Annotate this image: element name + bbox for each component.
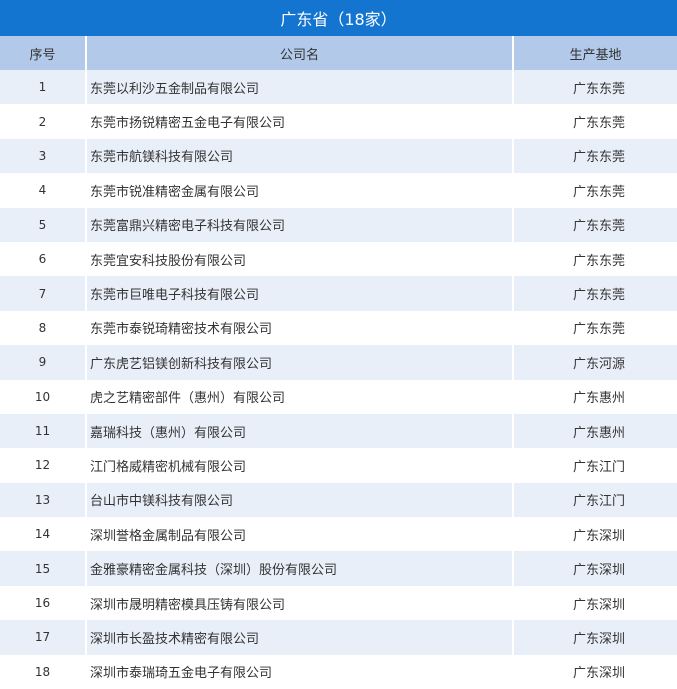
row-index: 7 [0, 276, 87, 311]
row-base: 广东东莞 [513, 70, 677, 105]
row-index: 2 [0, 104, 87, 139]
table-row: 1 东莞以利沙五金制品有限公司 广东东莞 [0, 70, 677, 105]
table-row: 8 东莞市泰锐琦精密技术有限公司 广东东莞 [0, 310, 677, 346]
company-table: 序号 公司名 生产基地 1 东莞以利沙五金制品有限公司 广东东莞 2 东莞市扬锐精密五金… [0, 36, 677, 689]
table-row: 18 深圳市泰瑞琦五金电子有限公司 广东深圳 [0, 654, 677, 689]
table-row: 16 深圳市晟明精密模具压铸有限公司 广东深圳 [0, 585, 677, 621]
row-base: 广东深圳 [513, 551, 677, 586]
row-index: 9 [0, 345, 87, 380]
row-base: 广东惠州 [513, 413, 677, 449]
row-index: 4 [0, 173, 87, 208]
row-company: 东莞市泰锐琦精密技术有限公司 [86, 310, 514, 346]
row-index: 3 [0, 138, 87, 174]
table-row: 11 嘉瑞科技（惠州）有限公司 广东惠州 [0, 413, 677, 449]
row-index: 1 [0, 70, 87, 105]
row-base: 广东东莞 [513, 241, 677, 277]
row-company: 虎之艺精密部件（惠州）有限公司 [86, 379, 514, 414]
row-company: 东莞市巨唯电子科技有限公司 [86, 276, 514, 311]
row-base: 广东河源 [513, 345, 677, 380]
row-base: 广东深圳 [513, 620, 677, 655]
row-index: 6 [0, 241, 87, 277]
table-row: 2 东莞市扬锐精密五金电子有限公司 广东东莞 [0, 104, 677, 139]
row-company: 深圳市长盈技术精密有限公司 [86, 620, 514, 655]
row-index: 12 [0, 448, 87, 483]
row-base: 广东江门 [513, 448, 677, 483]
header-index: 序号 [0, 36, 87, 70]
row-company: 东莞市锐准精密金属有限公司 [86, 173, 514, 208]
table-row: 4 东莞市锐准精密金属有限公司 广东东莞 [0, 173, 677, 208]
row-base: 广东东莞 [513, 138, 677, 174]
row-base: 广东东莞 [513, 310, 677, 346]
row-index: 11 [0, 413, 87, 449]
row-index: 17 [0, 620, 87, 655]
row-index: 14 [0, 517, 87, 552]
row-company: 深圳市泰瑞琦五金电子有限公司 [86, 654, 514, 689]
row-base: 广东江门 [513, 482, 677, 518]
row-base: 广东深圳 [513, 517, 677, 552]
row-company: 东莞宜安科技股份有限公司 [86, 241, 514, 277]
row-base: 广东深圳 [513, 585, 677, 621]
row-company: 金雅豪精密金属科技（深圳）股份有限公司 [86, 551, 514, 586]
row-company: 东莞市扬锐精密五金电子有限公司 [86, 104, 514, 139]
row-company: 广东虎艺铝镁创新科技有限公司 [86, 345, 514, 380]
row-index: 8 [0, 310, 87, 346]
row-company: 深圳誉格金属制品有限公司 [86, 517, 514, 552]
table-row: 6 东莞宜安科技股份有限公司 广东东莞 [0, 241, 677, 277]
table-row: 7 东莞市巨唯电子科技有限公司 广东东莞 [0, 276, 677, 311]
table-row: 17 深圳市长盈技术精密有限公司 广东深圳 [0, 620, 677, 655]
row-company: 东莞富鼎兴精密电子科技有限公司 [86, 207, 514, 242]
table-row: 15 金雅豪精密金属科技（深圳）股份有限公司 广东深圳 [0, 551, 677, 586]
row-company: 江门格威精密机械有限公司 [86, 448, 514, 483]
row-company: 深圳市晟明精密模具压铸有限公司 [86, 585, 514, 621]
row-base: 广东东莞 [513, 276, 677, 311]
table-row: 10 虎之艺精密部件（惠州）有限公司 广东惠州 [0, 379, 677, 414]
table-row: 5 东莞富鼎兴精密电子科技有限公司 广东东莞 [0, 207, 677, 242]
row-index: 13 [0, 482, 87, 518]
table-row: 3 东莞市航镁科技有限公司 广东东莞 [0, 138, 677, 174]
row-base: 广东深圳 [513, 654, 677, 689]
table-row: 9 广东虎艺铝镁创新科技有限公司 广东河源 [0, 345, 677, 380]
row-index: 16 [0, 585, 87, 621]
table-title: 广东省（18家） [0, 0, 677, 36]
header-company: 公司名 [86, 36, 514, 70]
header-base: 生产基地 [513, 36, 677, 70]
row-index: 5 [0, 207, 87, 242]
row-company: 东莞以利沙五金制品有限公司 [86, 70, 514, 105]
row-base: 广东东莞 [513, 173, 677, 208]
table-header-row: 序号 公司名 生产基地 [0, 36, 677, 70]
table-row: 14 深圳誉格金属制品有限公司 广东深圳 [0, 517, 677, 552]
row-base: 广东惠州 [513, 379, 677, 414]
row-company: 东莞市航镁科技有限公司 [86, 138, 514, 174]
row-company: 嘉瑞科技（惠州）有限公司 [86, 413, 514, 449]
row-index: 10 [0, 379, 87, 414]
table-row: 12 江门格威精密机械有限公司 广东江门 [0, 448, 677, 483]
row-index: 18 [0, 654, 87, 689]
row-base: 广东东莞 [513, 207, 677, 242]
row-index: 15 [0, 551, 87, 586]
row-company: 台山市中镁科技有限公司 [86, 482, 514, 518]
table-row: 13 台山市中镁科技有限公司 广东江门 [0, 482, 677, 518]
row-base: 广东东莞 [513, 104, 677, 139]
